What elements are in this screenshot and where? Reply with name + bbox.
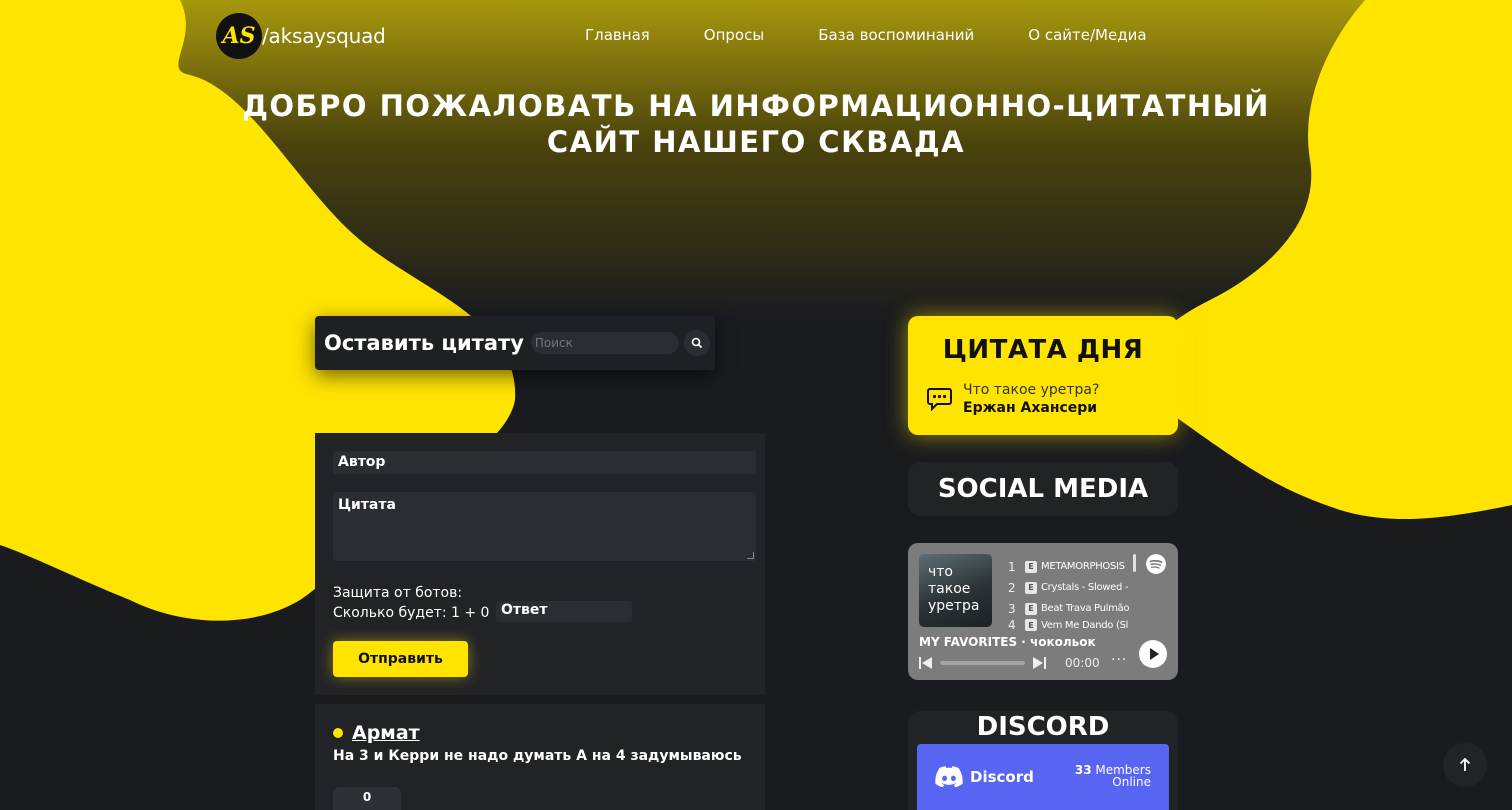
- nav-about-media[interactable]: О сайте/Медиа: [1028, 26, 1146, 44]
- explicit-badge: E: [1025, 581, 1037, 594]
- discord-icon: [935, 766, 963, 787]
- chat-dots-icon: [927, 388, 952, 411]
- discord-wordmark: Discord: [970, 767, 1034, 786]
- track-item[interactable]: 4 E Vem Me Dando (Sl: [1008, 619, 1138, 631]
- quote-textarea-placeholder: Цитата: [338, 497, 396, 513]
- hero-title: ДОБРО ПОЖАЛОВАТЬ НА ИНФОРМАЦИОННО-ЦИТАТН…: [0, 88, 1512, 160]
- discord-members-online: 33 Members Online: [1075, 764, 1151, 788]
- quote-form-title: Оставить цитату: [324, 331, 524, 355]
- quote-card-author[interactable]: Армат: [333, 722, 420, 744]
- hero-title-line1: ДОБРО ПОЖАЛОВАТЬ НА ИНФОРМАЦИОННО-ЦИТАТН…: [242, 89, 1270, 123]
- submit-button[interactable]: Отправить: [333, 641, 468, 677]
- quote-of-day-text: Что такое уретра?: [963, 382, 1100, 398]
- arrow-up-icon: [1459, 758, 1471, 771]
- quote-form: Автор Цитата Защита от ботов: Сколько бу…: [315, 433, 765, 695]
- quote-form-header: Оставить цитату: [315, 316, 715, 370]
- author-dot: [333, 728, 343, 738]
- discord-logo: Discord: [935, 766, 1034, 787]
- social-media-heading: SOCIAL MEDIA: [908, 462, 1178, 516]
- resize-handle[interactable]: [747, 552, 754, 559]
- members-count: 33: [1074, 763, 1092, 777]
- track-time: 00:00: [1065, 656, 1100, 670]
- quote-of-day-author: Ержан Ахансери: [963, 400, 1098, 416]
- track-item[interactable]: 3 E Beat Trava Pulmão: [1008, 598, 1138, 619]
- search-icon: [691, 337, 703, 349]
- track-number: 2: [1008, 580, 1016, 595]
- track-number: 4: [1008, 619, 1016, 631]
- spotify-logo-icon[interactable]: [1146, 554, 1166, 574]
- player-controls: 00:00 ···: [919, 640, 1167, 674]
- vote-counter[interactable]: 0: [333, 787, 401, 810]
- quote-author-link[interactable]: Армат: [352, 722, 420, 744]
- site-logo[interactable]: AS /aksaysquad: [216, 13, 386, 59]
- track-title: Beat Trava Pulmão: [1041, 603, 1130, 614]
- track-item[interactable]: 1 E METAMORPHOSIS: [1008, 556, 1138, 577]
- track-title: METAMORPHOSIS: [1041, 561, 1125, 572]
- main-nav: Главная Опросы База воспоминаний О сайте…: [585, 26, 1201, 44]
- online-label: Online: [1112, 775, 1151, 789]
- track-title: Vem Me Dando (Sl: [1041, 619, 1129, 631]
- quote-textarea[interactable]: Цитата: [333, 492, 756, 561]
- explicit-badge: E: [1025, 560, 1037, 573]
- track-number: 1: [1008, 559, 1016, 574]
- discord-heading: DISCORD: [976, 712, 1110, 742]
- nav-polls[interactable]: Опросы: [704, 26, 764, 44]
- author-field[interactable]: Автор: [333, 451, 756, 474]
- logo-mark: AS: [216, 13, 262, 59]
- hero-title-line2: САЙТ НАШЕГО СКВАДА: [546, 125, 966, 159]
- explicit-badge: E: [1025, 602, 1037, 615]
- discord-widget[interactable]: Discord 33 Members Online: [917, 744, 1169, 810]
- more-options-button[interactable]: ···: [1111, 652, 1127, 668]
- quote-of-day-title: ЦИТАТА ДНЯ: [942, 335, 1144, 365]
- answer-field[interactable]: Ответ: [496, 601, 632, 622]
- track-list-scrollbar[interactable]: [1133, 554, 1136, 572]
- playlist-title[interactable]: MY FAVORITES · чокольок: [919, 635, 1096, 649]
- playlist-cover[interactable]: что такое уретра: [919, 554, 992, 627]
- nav-memories[interactable]: База воспоминаний: [818, 26, 974, 44]
- explicit-badge: E: [1025, 619, 1037, 631]
- quote-card: Армат На 3 и Керри не надо думать А на 4…: [315, 704, 765, 810]
- playlist-cover-text: что такое уретра: [928, 564, 980, 614]
- track-list: 1 E METAMORPHOSIS 2 E Crystals - Slowed …: [1008, 556, 1138, 631]
- search-button[interactable]: [683, 330, 710, 356]
- bot-question: Сколько будет: 1 + 0: [333, 605, 490, 621]
- track-title: Crystals - Slowed -: [1041, 582, 1129, 593]
- previous-track-icon[interactable]: [919, 657, 932, 669]
- quote-of-day-card: ЦИТАТА ДНЯ Что такое уретра? Ержан Аханс…: [908, 316, 1178, 435]
- discord-section: DISCORD Discord 33 Members Online: [908, 711, 1178, 810]
- track-item[interactable]: 2 E Crystals - Slowed -: [1008, 577, 1138, 598]
- bot-label-line1: Защита от ботов:: [333, 585, 463, 601]
- bot-protection-label: Защита от ботов: Сколько будет: 1 + 0: [333, 583, 489, 623]
- search-input[interactable]: [530, 332, 679, 354]
- logo-text: /aksaysquad: [262, 24, 386, 48]
- nav-home[interactable]: Главная: [585, 26, 650, 44]
- next-track-icon[interactable]: [1033, 657, 1046, 669]
- spotify-embed[interactable]: что такое уретра 1 E METAMORPHOSIS 2 E C…: [908, 543, 1178, 680]
- track-number: 3: [1008, 601, 1016, 616]
- progress-bar[interactable]: [940, 661, 1025, 665]
- scroll-to-top-button[interactable]: [1443, 743, 1487, 787]
- play-button[interactable]: [1139, 640, 1167, 668]
- quote-text: На 3 и Керри не надо думать А на 4 задум…: [333, 748, 742, 764]
